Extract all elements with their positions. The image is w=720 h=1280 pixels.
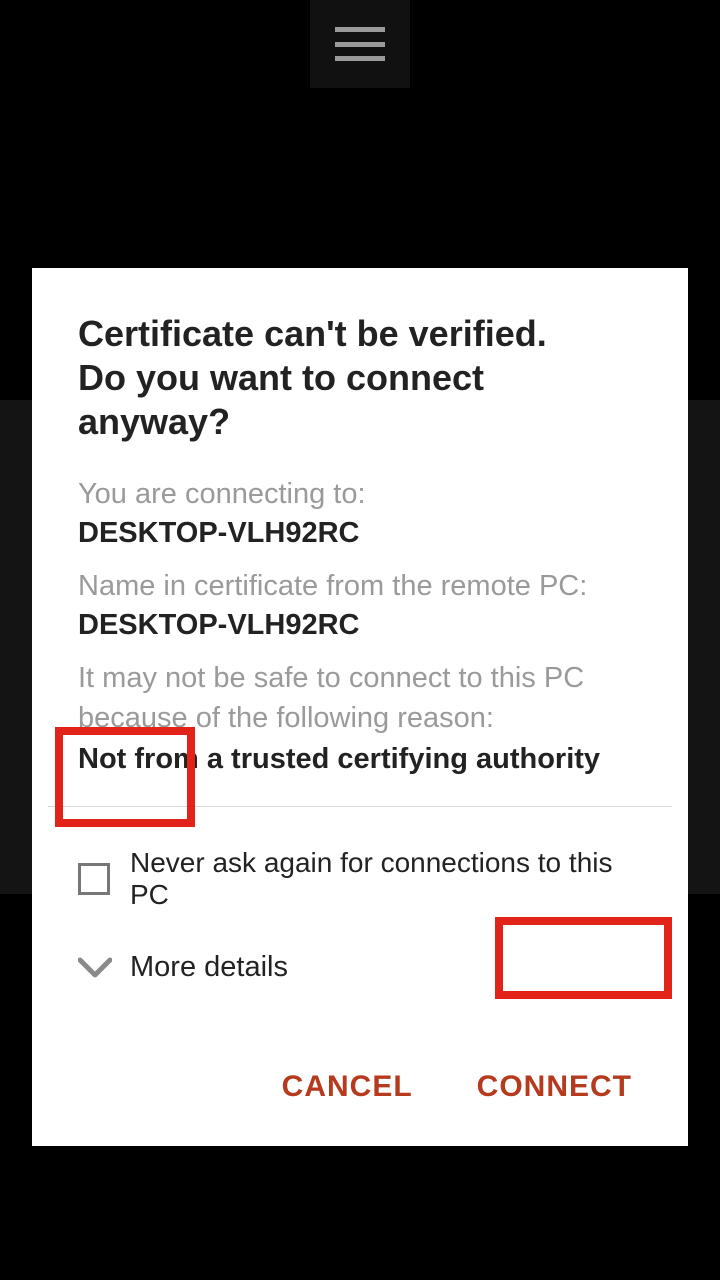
hamburger-icon (335, 27, 385, 61)
reason-label-line1: It may not be safe to connect to this PC (78, 658, 642, 698)
connecting-to-label: You are connecting to: (78, 474, 642, 514)
more-details-toggle[interactable]: More details (78, 921, 642, 994)
connect-button[interactable]: CONNECT (473, 1064, 636, 1110)
cert-name-label: Name in certificate from the remote PC: (78, 566, 642, 606)
never-ask-label: Never ask again for connections to this … (130, 847, 642, 911)
never-ask-row[interactable]: Never ask again for connections to this … (78, 807, 642, 921)
cancel-button[interactable]: CANCEL (278, 1064, 417, 1110)
dialog-title-line2: Do you want to connect anyway? (78, 357, 484, 442)
dialog-title: Certificate can't be verified. Do you wa… (78, 312, 642, 444)
certificate-warning-dialog: Certificate can't be verified. Do you wa… (32, 268, 688, 1146)
cert-name-value: DESKTOP-VLH92RC (78, 606, 642, 644)
dialog-title-line1: Certificate can't be verified. (78, 313, 547, 354)
chevron-down-icon (78, 957, 112, 979)
top-bar (0, 0, 720, 88)
reason-label-line2: because of the following reason: (78, 698, 642, 738)
more-details-label: More details (130, 951, 288, 984)
reason-value: Not from a trusted certifying authority (78, 740, 642, 778)
never-ask-checkbox[interactable] (78, 863, 110, 895)
connecting-to-value: DESKTOP-VLH92RC (78, 514, 642, 552)
dialog-button-row: CANCEL CONNECT (78, 1064, 642, 1116)
menu-button[interactable] (310, 0, 410, 88)
